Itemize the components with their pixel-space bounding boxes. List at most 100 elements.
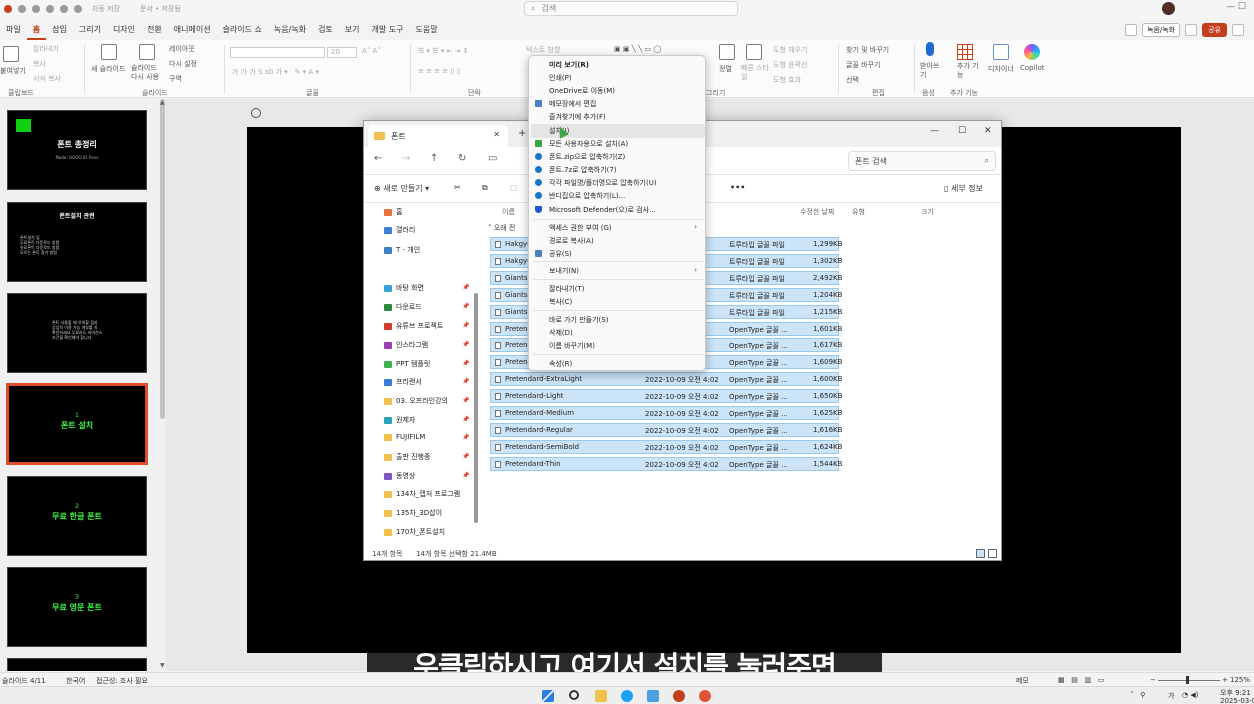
addins-icon[interactable] bbox=[957, 44, 973, 60]
tab-view[interactable]: 보기 bbox=[339, 20, 366, 40]
nav-item[interactable]: 갤러리 bbox=[384, 225, 415, 235]
nav-item[interactable]: 바탕 화면 bbox=[384, 283, 424, 293]
context-menu-item[interactable]: 모든 사용자용으로 설치(A) bbox=[549, 139, 628, 149]
language-indicator[interactable]: 한국어 bbox=[66, 676, 85, 686]
file-row[interactable]: Pretendard-SemiBold 2022-10-09 오전 4:02 Ope… bbox=[490, 439, 842, 454]
context-menu-item[interactable]: 메모장에서 편집 bbox=[549, 99, 596, 109]
copilot-button[interactable]: Copilot bbox=[1020, 64, 1045, 72]
dictate-button[interactable]: 받아쓰기 bbox=[920, 62, 942, 80]
context-menu-item[interactable]: 속성(R) bbox=[549, 359, 572, 369]
document-name[interactable]: 문서 • 저장됨 bbox=[140, 4, 181, 14]
redo-icon[interactable] bbox=[46, 5, 54, 13]
notes-button[interactable]: 메모 bbox=[1016, 676, 1029, 686]
explorer-search-input[interactable]: 폰트 검색 ⌕ bbox=[848, 151, 996, 171]
tab-design[interactable]: 디자인 bbox=[107, 20, 141, 40]
section-button[interactable]: 구역 bbox=[169, 74, 182, 84]
new-slide-icon[interactable] bbox=[101, 44, 117, 60]
app-search-box[interactable]: ⌕ 검색 bbox=[524, 1, 738, 16]
reuse-slide-icon[interactable] bbox=[139, 44, 155, 60]
autosave-label[interactable]: 자동 저장 bbox=[92, 4, 120, 14]
clock-date[interactable]: 2025-03-09 bbox=[1220, 697, 1254, 704]
file-row[interactable]: Pretendard-Light 2022-10-09 오전 4:02 OpenTy… bbox=[490, 389, 842, 404]
text-direction-button[interactable]: 텍스트 방향 bbox=[526, 45, 560, 55]
context-menu-item[interactable]: Microsoft Defender(으)로 검사... bbox=[549, 205, 656, 215]
designer-suggest-icon[interactable] bbox=[251, 108, 261, 118]
maximize-icon[interactable]: ☐ bbox=[958, 126, 966, 136]
zoom-slider[interactable] bbox=[1158, 680, 1220, 681]
slide-thumbnail-7[interactable] bbox=[7, 658, 147, 671]
nav-item[interactable]: 134차_캡처 프로그램 bbox=[384, 489, 460, 499]
taskbar-search-icon[interactable] bbox=[569, 690, 579, 700]
file-explorer-icon[interactable] bbox=[595, 690, 607, 702]
context-menu-item[interactable]: 경로로 복사(A) bbox=[549, 236, 594, 246]
find-replace-button[interactable]: 찾기 및 바꾸기 bbox=[846, 45, 889, 55]
context-menu-item[interactable]: 복사(C) bbox=[549, 297, 572, 307]
nav-item[interactable]: 170차_폰트설치 bbox=[384, 527, 445, 537]
context-menu-item[interactable]: 바로 가기 만들기(S) bbox=[549, 315, 608, 325]
tab-review[interactable]: 검토 bbox=[312, 20, 339, 40]
slide-thumbnail-6[interactable]: 3 무료 영문 폰트 bbox=[7, 567, 147, 647]
font-format-icons[interactable]: 가 가 가 S ab 가 ▾ ✎ ▾ A ▾ bbox=[232, 67, 319, 77]
shape-effects-button[interactable]: 도형 효과 bbox=[773, 75, 801, 85]
app-store-icon[interactable] bbox=[647, 690, 659, 702]
column-date[interactable]: 수정한 날짜 bbox=[800, 207, 834, 217]
nav-item[interactable]: PPT 템플릿 bbox=[384, 359, 430, 369]
column-size[interactable]: 크기 bbox=[921, 207, 934, 217]
more-icon[interactable] bbox=[74, 5, 82, 13]
save-icon[interactable] bbox=[18, 5, 26, 13]
pin-icon[interactable]: 📌 bbox=[462, 284, 469, 291]
cut-icon[interactable]: ✂ bbox=[454, 183, 461, 192]
tab-home[interactable]: 홈 bbox=[26, 20, 47, 40]
start-icon[interactable] bbox=[542, 690, 554, 702]
pin-icon[interactable]: 📌 bbox=[462, 434, 469, 441]
comments-icon[interactable] bbox=[1124, 24, 1137, 36]
pin-icon[interactable]: 📌 bbox=[462, 303, 469, 310]
slide-thumbnail-2[interactable]: 폰트설치 관련 폰트설치 팁 무료폰트 다운로드 방법 유료폰트 다운로드 방법… bbox=[7, 202, 147, 282]
context-menu-item[interactable]: 폰트.zip으로 압축하기(Z) bbox=[549, 152, 625, 162]
nav-item[interactable]: 홈 bbox=[384, 207, 402, 217]
nav-item[interactable]: 135차_3D삽이 bbox=[384, 508, 442, 518]
zoom-out-icon[interactable]: − bbox=[1150, 676, 1156, 684]
file-row[interactable]: Pretendard-Regular 2022-10-09 오전 4:02 Open… bbox=[490, 422, 842, 437]
shape-outline-button[interactable]: 도형 윤곽선 bbox=[773, 60, 807, 70]
addins-button[interactable]: 추가 기능 bbox=[957, 62, 979, 80]
nav-item[interactable]: 원제자 bbox=[384, 415, 415, 425]
undo-icon[interactable] bbox=[32, 5, 40, 13]
format-painter-button[interactable]: 서식 복사 bbox=[33, 74, 61, 84]
nav-item[interactable]: 인스타그램 bbox=[384, 340, 428, 350]
copilot-icon[interactable] bbox=[1024, 44, 1040, 60]
tab-insert[interactable]: 삽입 bbox=[46, 20, 73, 40]
context-menu-item[interactable]: 인쇄(P) bbox=[549, 73, 572, 83]
share-button[interactable]: 공유 bbox=[1202, 23, 1227, 37]
context-menu-item[interactable]: OneDrive로 이동(M) bbox=[549, 86, 615, 96]
nav-item[interactable]: 유튜브 프로젝트 bbox=[384, 321, 443, 331]
nav-item[interactable]: 다운로드 bbox=[384, 302, 422, 312]
window-controls[interactable]: — ☐ bbox=[1226, 2, 1246, 12]
close-tab-icon[interactable]: ✕ bbox=[493, 130, 500, 139]
slideshow-icon[interactable] bbox=[60, 5, 68, 13]
context-menu-item[interactable]: 삭제(D) bbox=[549, 328, 573, 338]
present-icon[interactable] bbox=[1185, 24, 1198, 36]
new-tab-icon[interactable]: + bbox=[518, 128, 526, 139]
file-row[interactable]: Pretendard-Medium 2022-10-09 오전 4:02 OpenT… bbox=[490, 406, 842, 420]
tab-help[interactable]: 도움말 bbox=[410, 20, 444, 40]
tab-transitions[interactable]: 전환 bbox=[141, 20, 168, 40]
tab-record[interactable]: 녹음/녹화 bbox=[268, 20, 312, 40]
accessibility-status[interactable]: 접근성: 조사 필요 bbox=[96, 676, 148, 686]
view-buttons[interactable]: ▦ ▤ ▥ ▭ bbox=[1058, 676, 1104, 684]
more-options-button[interactable]: ••• bbox=[730, 183, 745, 192]
nav-item[interactable]: 03. 오프라인강의 bbox=[384, 396, 448, 406]
column-name[interactable]: 이름 bbox=[502, 207, 515, 217]
panel-scrollbar[interactable] bbox=[160, 99, 165, 419]
context-menu-item[interactable]: 이름 바꾸기(M) bbox=[549, 341, 595, 351]
context-menu-item[interactable]: 각각 파일명/폴더명으로 압축하기(U) bbox=[549, 178, 657, 188]
app-record-icon[interactable] bbox=[699, 690, 711, 702]
context-menu-item[interactable]: 미리 보기(R) bbox=[549, 60, 589, 70]
cut-button[interactable]: 잘라내기 bbox=[33, 44, 59, 54]
scroll-up-icon[interactable]: ▲ bbox=[160, 99, 165, 106]
new-slide-button[interactable]: 새 슬라이드 bbox=[91, 64, 125, 74]
file-row[interactable]: Pretendard-ExtraLight 2022-10-09 오전 4:02 O… bbox=[490, 372, 842, 387]
tab-file[interactable]: 파일 bbox=[0, 20, 27, 40]
group-header[interactable]: ˅ 오래 전 bbox=[488, 223, 515, 233]
ribbon-options-icon[interactable] bbox=[1232, 24, 1244, 36]
